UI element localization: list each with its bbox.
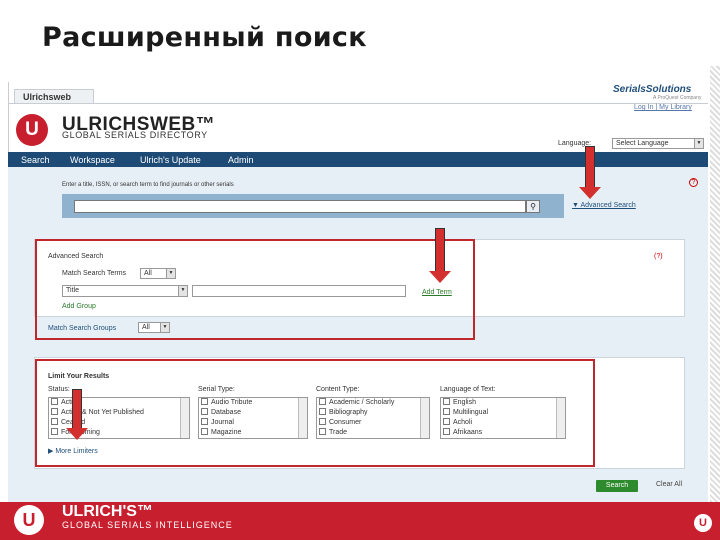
search-button[interactable]: Search — [596, 480, 638, 492]
search-hint: Enter a title, ISSN, or search term to f… — [62, 182, 234, 188]
advanced-search-link[interactable]: ▼ Advanced Search — [572, 202, 636, 209]
browser-tab[interactable]: Ulrichsweb — [14, 89, 94, 104]
ulrichsweb-logo-icon: U — [16, 114, 48, 146]
page-scrollbar[interactable] — [710, 66, 720, 502]
brand-logo: SerialsSolutions — [613, 84, 692, 95]
language-select[interactable]: Select Language ▼ — [612, 138, 704, 149]
nav-workspace[interactable]: Workspace — [70, 155, 115, 165]
footer-logo-title: ULRICH'S™ — [62, 503, 153, 520]
chevron-down-icon: ▼ — [694, 139, 703, 148]
site-logo-subtitle: GLOBAL SERIALS DIRECTORY — [62, 130, 208, 140]
highlight-limits-box — [35, 359, 595, 467]
clear-all-link[interactable]: Clear All — [656, 481, 682, 488]
help-icon[interactable]: (?) — [654, 253, 663, 260]
nav-ulrichs-update[interactable]: Ulrich's Update — [140, 155, 201, 165]
brand-subtitle: A ProQuest Company — [653, 95, 702, 101]
tab-divider — [8, 103, 708, 104]
nav-search[interactable]: Search — [21, 155, 50, 165]
slide-title: Расширенный поиск — [42, 22, 367, 53]
ulrichs-logo-icon: U — [14, 505, 44, 535]
help-icon[interactable]: ? — [689, 178, 698, 187]
language-select-value: Select Language — [616, 140, 669, 147]
nav-admin[interactable]: Admin — [228, 155, 254, 165]
login-links[interactable]: Log In | My Library — [634, 104, 692, 111]
footer-logo-subtitle: GLOBAL SERIALS INTELLIGENCE — [62, 520, 233, 530]
search-input[interactable] — [74, 200, 526, 213]
ulrichs-corner-icon: U — [694, 514, 712, 532]
highlight-advanced-box — [35, 239, 475, 340]
search-icon[interactable]: ⚲ — [526, 200, 540, 213]
